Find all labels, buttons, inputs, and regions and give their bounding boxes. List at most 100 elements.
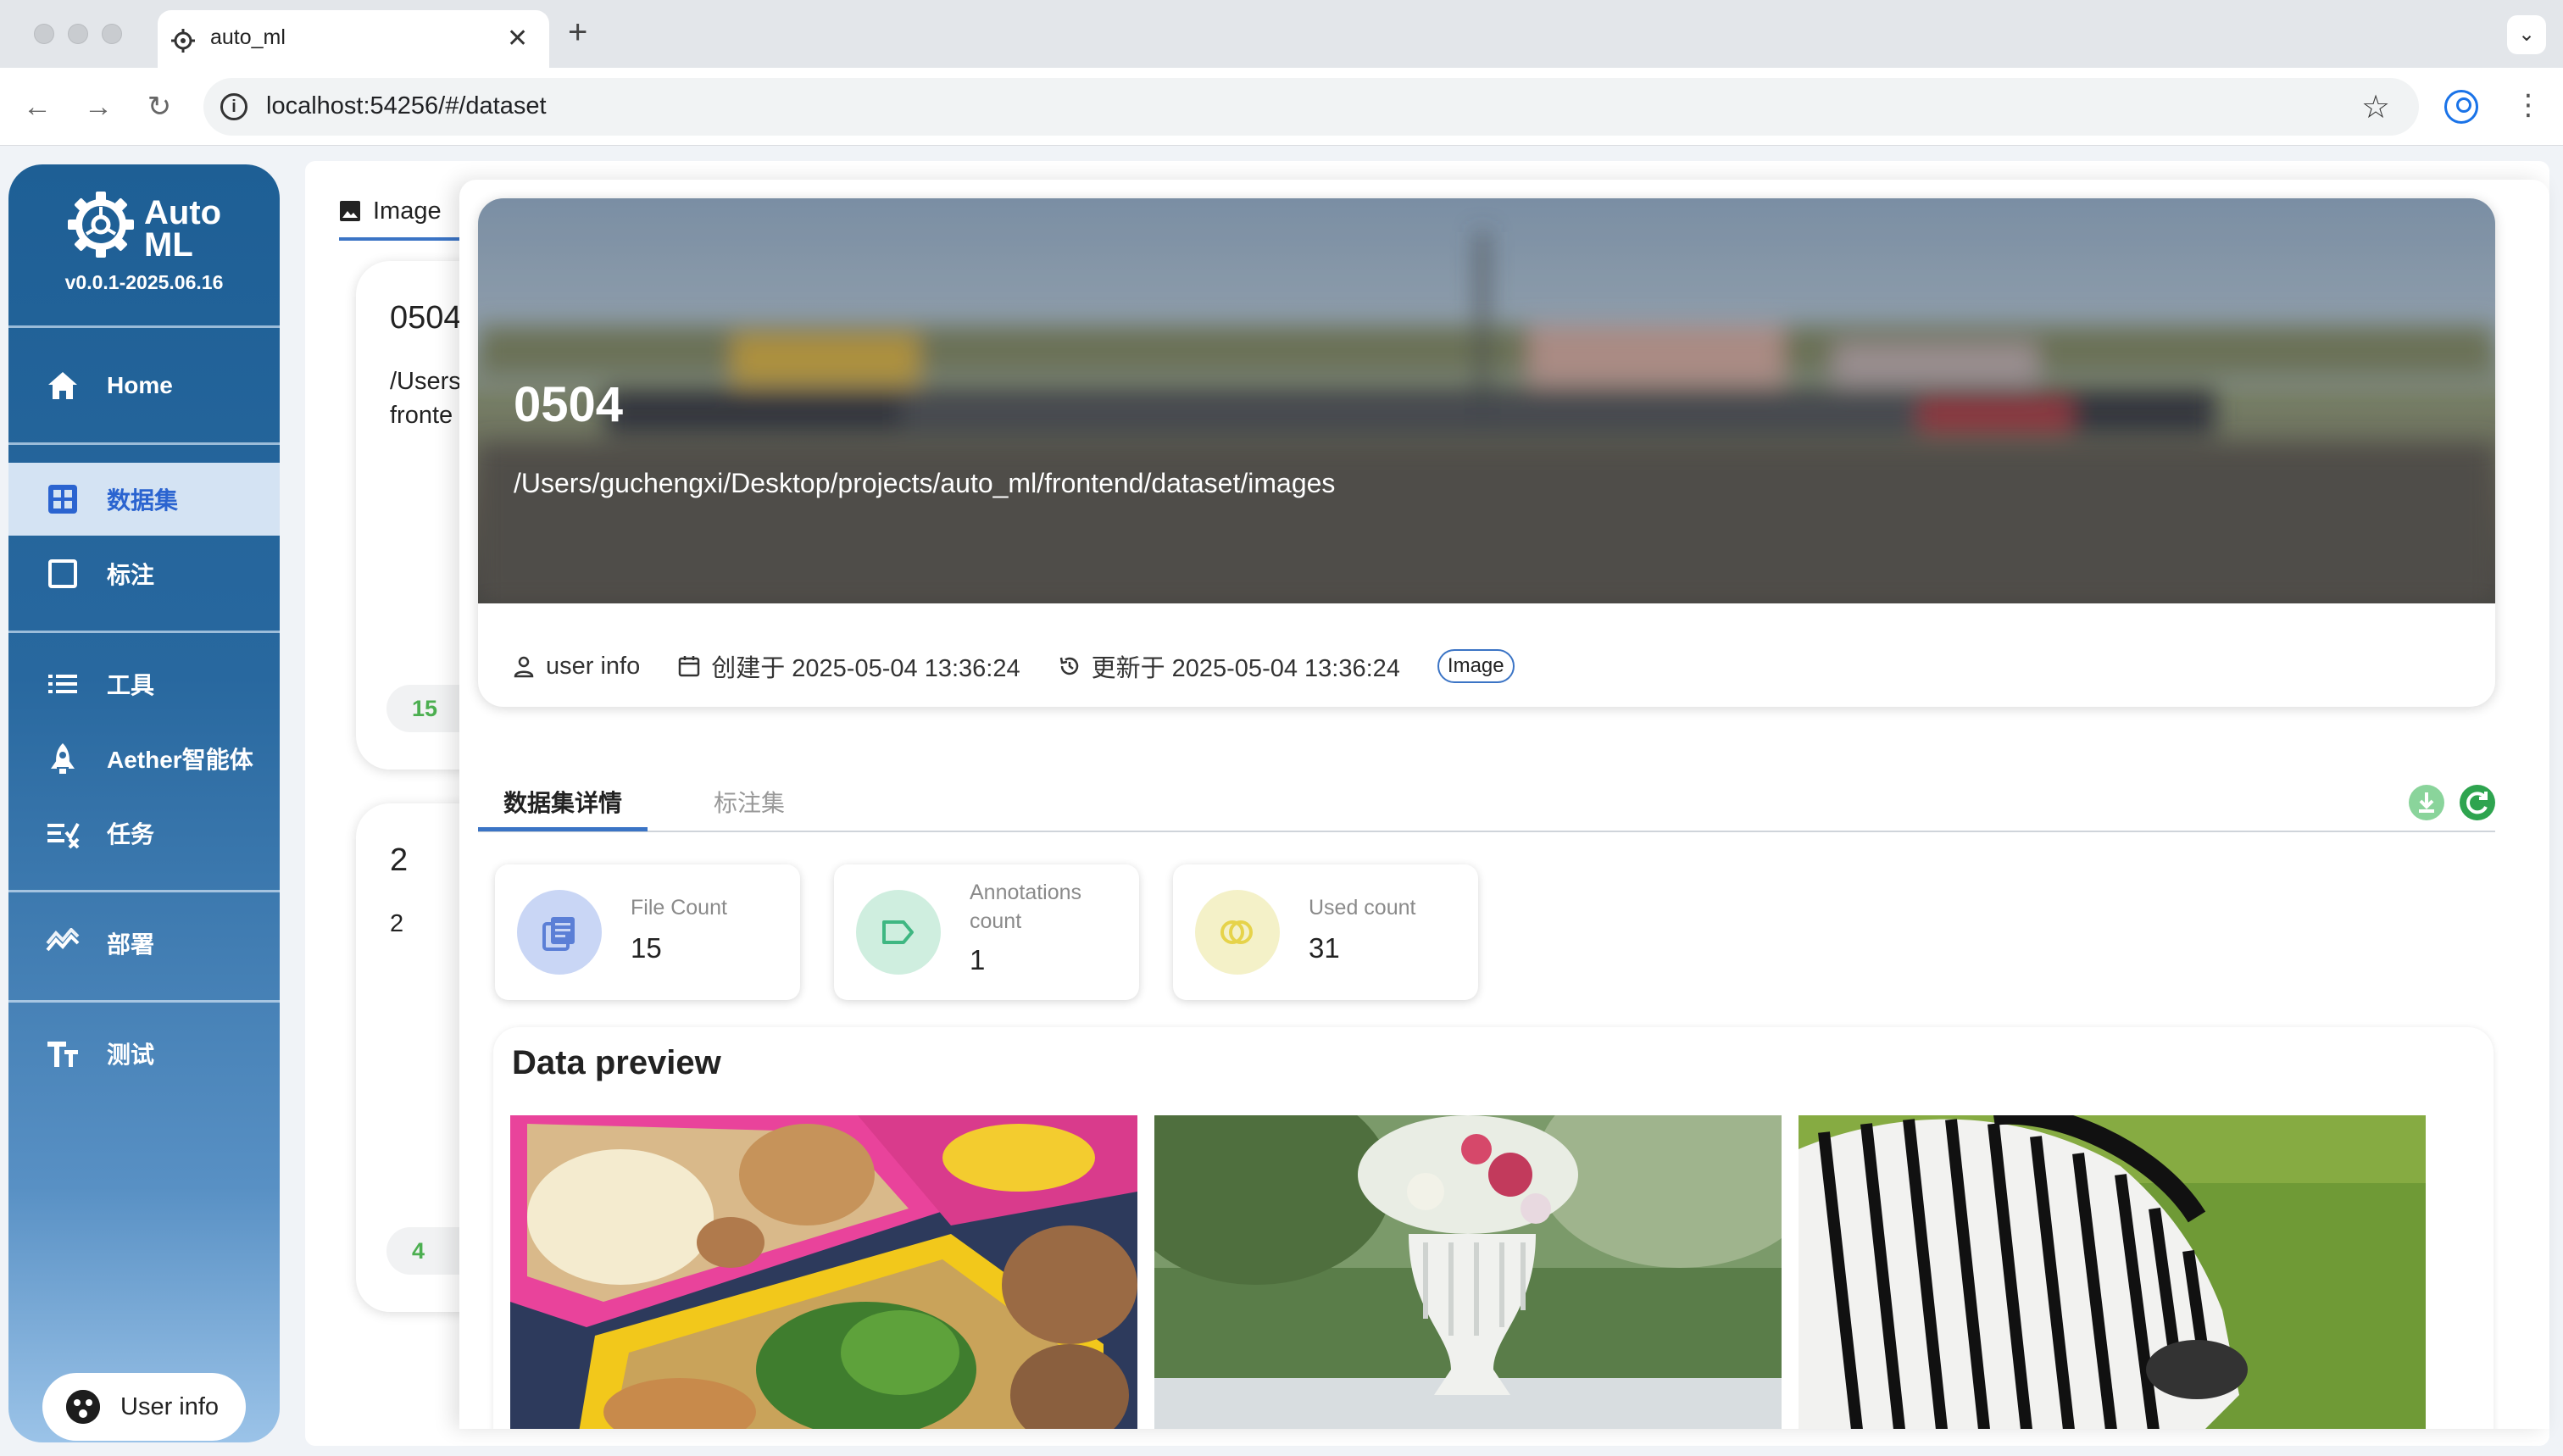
sidebar-item-label: Home [107,372,173,398]
logo-line-1: Auto [144,194,222,231]
sidebar-item-tasks[interactable]: 任务 [8,797,280,870]
app-logo: Auto ML v0.0.1-2025.06.16 [8,164,280,317]
tab-image-type[interactable]: Image [339,192,442,231]
user-icon [514,656,534,678]
dataset-type-badge: Image [1437,649,1515,683]
active-tab-underline [478,827,648,831]
stat-label-line2: count [970,909,1022,933]
dataset-card-path: fronte [390,402,453,429]
tag-icon [882,920,914,944]
dataset-hero-card: 0504 /Users/guchengxi/Desktop/projects/a… [478,198,2495,707]
tab-image-label: Image [373,197,442,225]
stat-value: 1 [970,944,986,975]
meta-user: user info [512,653,640,681]
meta-updated: 更新于 2025-05-04 13:36:24 [1058,648,1400,684]
dataset-path: /Users/guchengxi/Desktop/projects/auto_m… [514,468,1336,498]
sidebar-item-label: 任务 [107,821,155,847]
sidebar-divider [8,442,280,445]
tabs-divider [478,831,2495,832]
meta-updated-text: 更新于 2025-05-04 13:36:24 [1091,655,1400,682]
preview-image-zebra[interactable] [1799,1115,2426,1429]
dataset-cover-image [478,198,2495,603]
tab-dataset-details[interactable]: 数据集详情 [503,785,622,819]
dataset-card-title: 2 [390,842,409,878]
meta-user-text: user info [546,652,641,680]
deploy-icon [44,925,81,962]
stat-card-file-count: File Count 15 [495,864,800,1000]
sidebar-item-label: Aether智能体 [107,747,253,773]
preview-image-lunchbox[interactable] [510,1115,1137,1429]
browser-tab[interactable]: auto_ml ✕ [158,10,549,68]
meta-created: 创建于 2025-05-04 13:36:24 [677,648,1020,684]
grid-icon [44,481,81,518]
download-icon[interactable] [2409,785,2444,820]
dataset-card-path: 2 [390,910,404,937]
documents-icon [542,917,575,951]
sidebar-divider [8,890,280,892]
tab-title: auto_ml [210,25,286,49]
tab-close-icon[interactable]: ✕ [507,22,528,56]
sidebar-item-tools[interactable]: 工具 [8,647,280,720]
version-label: v0.0.1-2025.06.16 [64,271,224,293]
square-icon [44,555,81,592]
browser-menu-icon[interactable]: ⋮ [2514,86,2543,124]
stat-value: 15 [631,932,662,964]
site-info-icon[interactable]: i [220,93,247,120]
window-minimize-dot[interactable] [68,24,88,44]
logo-text: Auto ML [144,194,222,262]
user-avatar-icon [66,1390,100,1424]
sidebar-item-test[interactable]: 测试 [8,1017,280,1090]
data-preview-card: Data preview [493,1027,2494,1429]
window-close-dot[interactable] [34,24,54,44]
sidebar-item-dataset[interactable]: 数据集 [8,463,280,536]
sidebar-item-label: 工具 [107,672,155,698]
stat-label: File Count [631,896,727,920]
tab-search-chevron-icon[interactable]: ⌄ [2507,15,2546,54]
stat-value: 31 [1309,932,1340,964]
stat-label: Annotations [970,881,1082,904]
profile-icon[interactable] [2444,90,2478,124]
sidebar-divider [8,1000,280,1003]
sidebar: Auto ML v0.0.1-2025.06.16 Home 数据集 标注 工具… [8,164,280,1442]
sidebar-item-deploy[interactable]: 部署 [8,907,280,980]
file-count-icon-bg [517,890,602,975]
sidebar-item-aether-agent[interactable]: Aether智能体 [8,722,280,795]
address-bar[interactable]: i localhost:54256/#/dataset ☆ [203,78,2419,136]
sidebar-divider [8,631,280,633]
sidebar-item-label: 测试 [107,1042,155,1068]
sidebar-divider [8,325,280,328]
preview-image-flower-vase[interactable] [1154,1115,1782,1429]
bookmark-star-icon[interactable]: ☆ [2361,88,2390,126]
back-arrow-icon[interactable]: ← [19,88,56,125]
user-info-button[interactable]: User info [42,1373,246,1441]
sidebar-item-home[interactable]: Home [8,349,280,422]
logo-gear-icon [68,192,134,258]
dataset-card-path: /Users [390,368,461,395]
rocket-icon [44,740,81,777]
rings-icon [1220,920,1253,944]
dataset-detail-panel: 0504 /Users/guchengxi/Desktop/projects/a… [459,180,2549,1429]
home-icon [44,367,81,404]
sidebar-item-annotation[interactable]: 标注 [8,537,280,610]
new-tab-icon[interactable]: + [568,14,587,51]
browser-toolbar: ← → ↻ i localhost:54256/#/dataset ☆ ⋮ [0,68,2563,146]
dataset-card-title: 0504 [390,300,462,336]
history-icon [1059,657,1078,675]
text-size-icon [44,1035,81,1072]
stat-card-used-count: Used count 31 [1173,864,1478,1000]
gear-favicon-icon [171,29,195,53]
user-info-label: User info [120,1392,220,1420]
reload-icon[interactable]: ↻ [141,88,178,125]
list-icon [44,665,81,703]
forward-arrow-icon[interactable]: → [80,88,117,125]
sidebar-item-label: 标注 [107,562,155,588]
stat-label: Used count [1309,896,1416,920]
app-page: Auto ML v0.0.1-2025.06.16 Home 数据集 标注 工具… [0,146,2563,1456]
tab-annotation-sets[interactable]: 标注集 [714,785,785,819]
window-zoom-dot[interactable] [102,24,122,44]
url-text[interactable]: localhost:54256/#/dataset [266,92,547,120]
data-preview-title: Data preview [512,1044,721,1081]
refresh-icon[interactable] [2460,785,2495,820]
meta-created-text: 创建于 2025-05-04 13:36:24 [711,655,1020,682]
image-icon [340,201,360,221]
